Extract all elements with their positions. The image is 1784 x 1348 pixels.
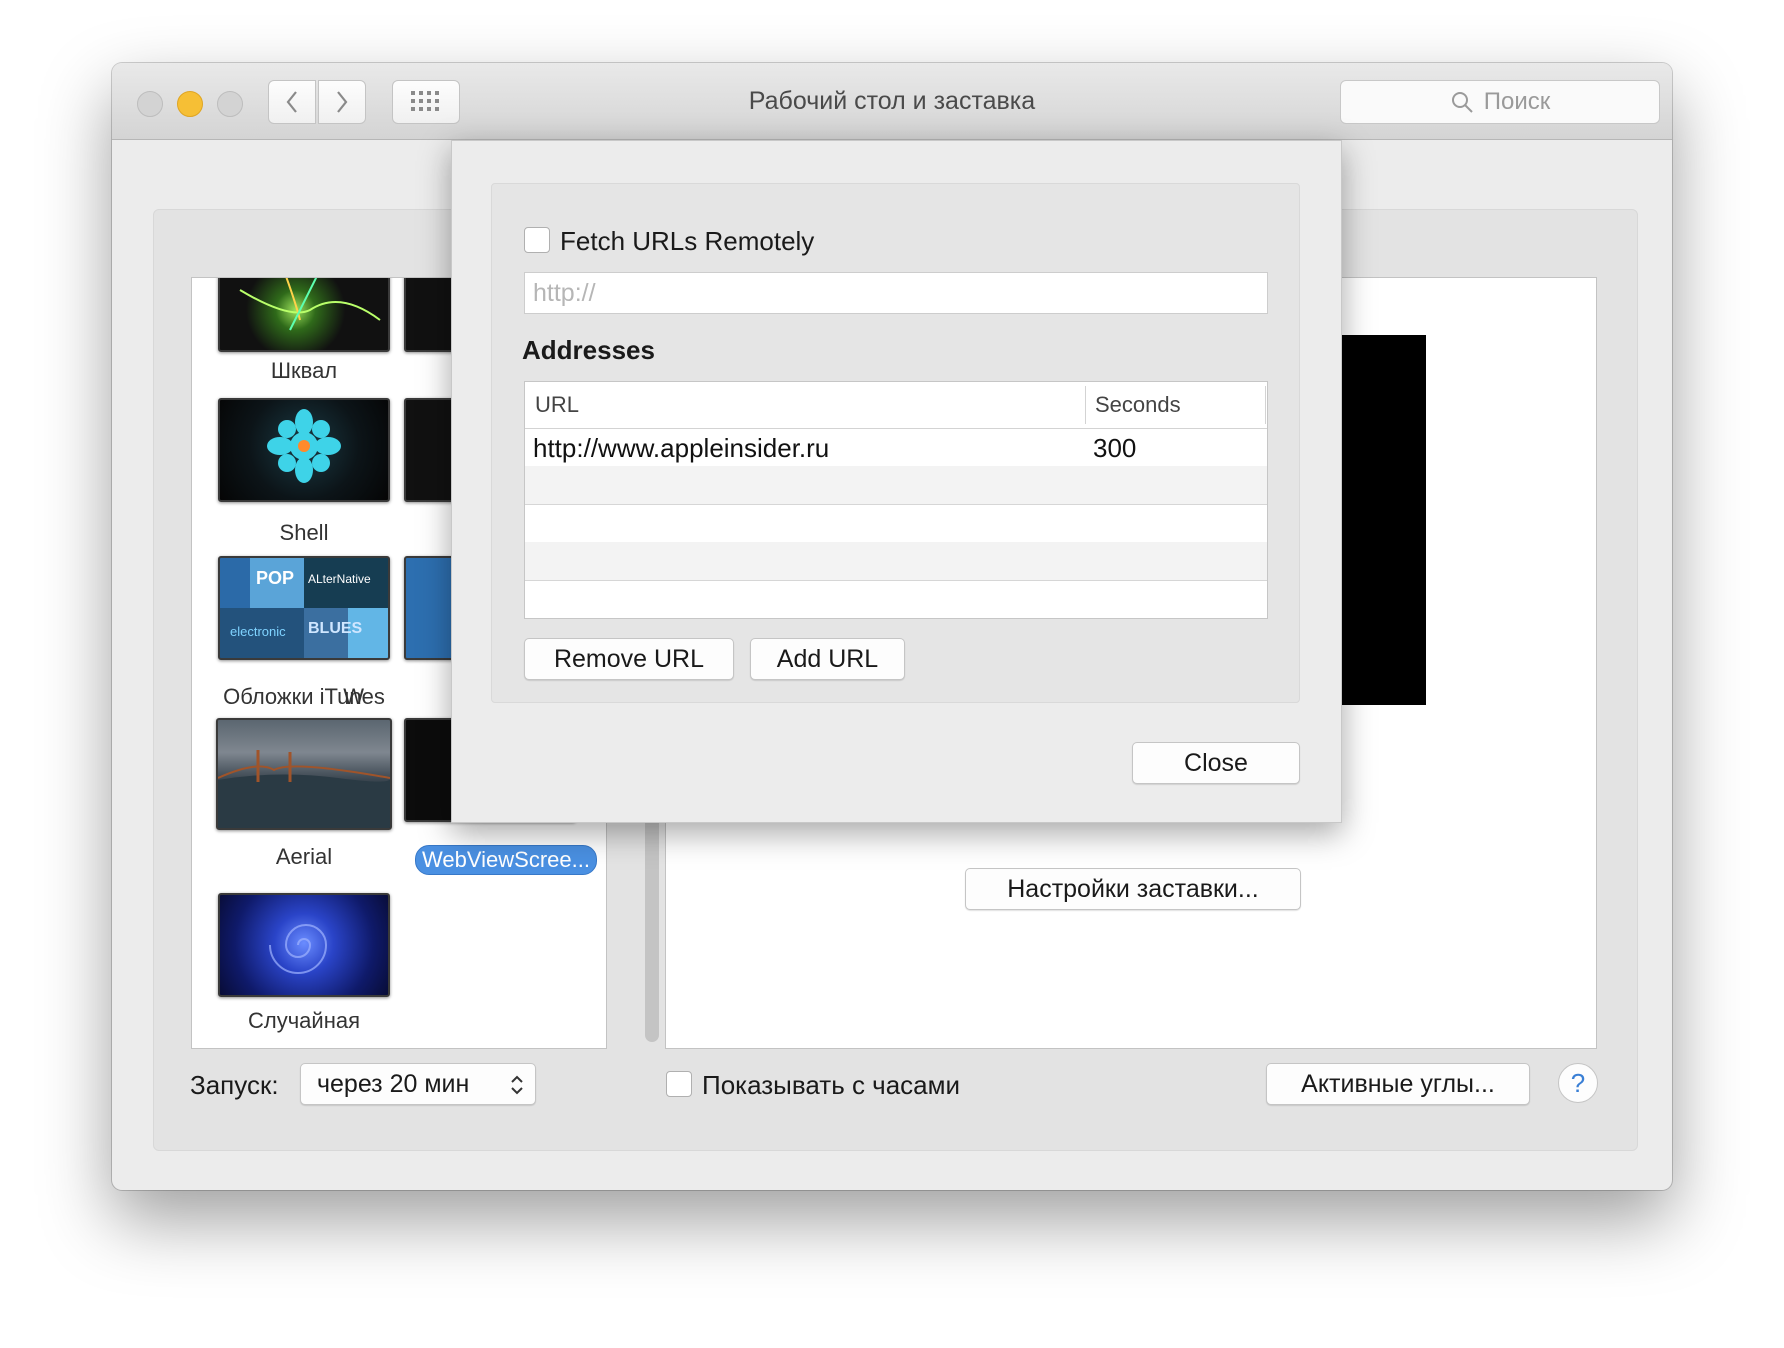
remove-url-button[interactable]: Remove URL xyxy=(524,638,734,680)
screensaver-options-button[interactable]: Настройки заставки... xyxy=(965,868,1301,910)
show-with-clock-checkbox[interactable] xyxy=(666,1071,692,1097)
thumb-text: ALterNative xyxy=(308,572,371,586)
search-field[interactable]: Поиск xyxy=(1340,80,1660,124)
thumb-text: BLUES xyxy=(308,620,363,637)
search-icon xyxy=(1451,92,1473,113)
hot-corners-button[interactable]: Активные углы... xyxy=(1266,1063,1530,1105)
column-header-seconds[interactable]: Seconds xyxy=(1095,392,1181,418)
thumb-shell[interactable] xyxy=(218,398,390,502)
add-url-button[interactable]: Add URL xyxy=(750,638,905,680)
table-header: URL Seconds xyxy=(525,382,1267,429)
thumb-text: electronic xyxy=(230,624,286,639)
screensaver-preview xyxy=(1336,335,1426,705)
thumb-flurry[interactable] xyxy=(218,278,390,352)
thumb-text: POP xyxy=(256,568,295,588)
flurry-art xyxy=(239,278,381,331)
fetch-urls-remotely-checkbox[interactable] xyxy=(524,227,550,253)
close-sheet-button[interactable]: Close xyxy=(1132,742,1300,784)
addresses-heading: Addresses xyxy=(522,335,655,365)
addresses-table[interactable]: URL Seconds http://www.appleinsider.ru 3… xyxy=(524,381,1268,619)
column-header-url[interactable]: URL xyxy=(535,392,579,418)
shell-art xyxy=(267,409,341,483)
search-placeholder: Поиск xyxy=(1483,88,1551,115)
thumb-aerial[interactable] xyxy=(216,718,392,830)
screensaver-label: Shell xyxy=(279,520,329,545)
thumb-itunes-artwork[interactable]: POP ALterNative electronic BLUES xyxy=(218,556,390,660)
table-row[interactable] xyxy=(525,466,1267,505)
swirl-art xyxy=(269,924,328,974)
row-url: http://www.appleinsider.ru xyxy=(533,433,830,463)
selected-screensaver-label[interactable]: WebViewScree... xyxy=(415,845,597,875)
help-button[interactable]: ? xyxy=(1558,1063,1598,1103)
start-label: Запуск: xyxy=(190,1070,279,1100)
screensaver-label: Aerial xyxy=(275,844,333,869)
table-row[interactable] xyxy=(525,504,1267,543)
fetch-urls-remotely-label: Fetch URLs Remotely xyxy=(560,226,815,256)
row-seconds: 300 xyxy=(1093,433,1137,463)
updown-chevron-icon xyxy=(511,1075,523,1095)
start-after-popup[interactable]: через 20 мин xyxy=(300,1063,536,1105)
table-row[interactable] xyxy=(525,580,1267,618)
table-row[interactable]: http://www.appleinsider.ru 300 xyxy=(525,428,1267,467)
remote-url-input[interactable]: http:// xyxy=(524,272,1268,314)
screensaver-label: Шквал xyxy=(270,358,338,383)
screensaver-label: Случайная xyxy=(247,1008,360,1033)
aerial-art xyxy=(218,750,390,828)
table-row[interactable] xyxy=(525,542,1267,581)
screensaver-label: W xyxy=(343,684,364,709)
title-bar: Рабочий стол и заставка Поиск xyxy=(112,63,1672,140)
start-after-value: через 20 мин xyxy=(317,1069,470,1098)
thumb-random[interactable] xyxy=(218,893,390,997)
screensaver-label: Обложки iTunes xyxy=(223,684,385,709)
show-with-clock-label: Показывать с часами xyxy=(702,1070,961,1100)
